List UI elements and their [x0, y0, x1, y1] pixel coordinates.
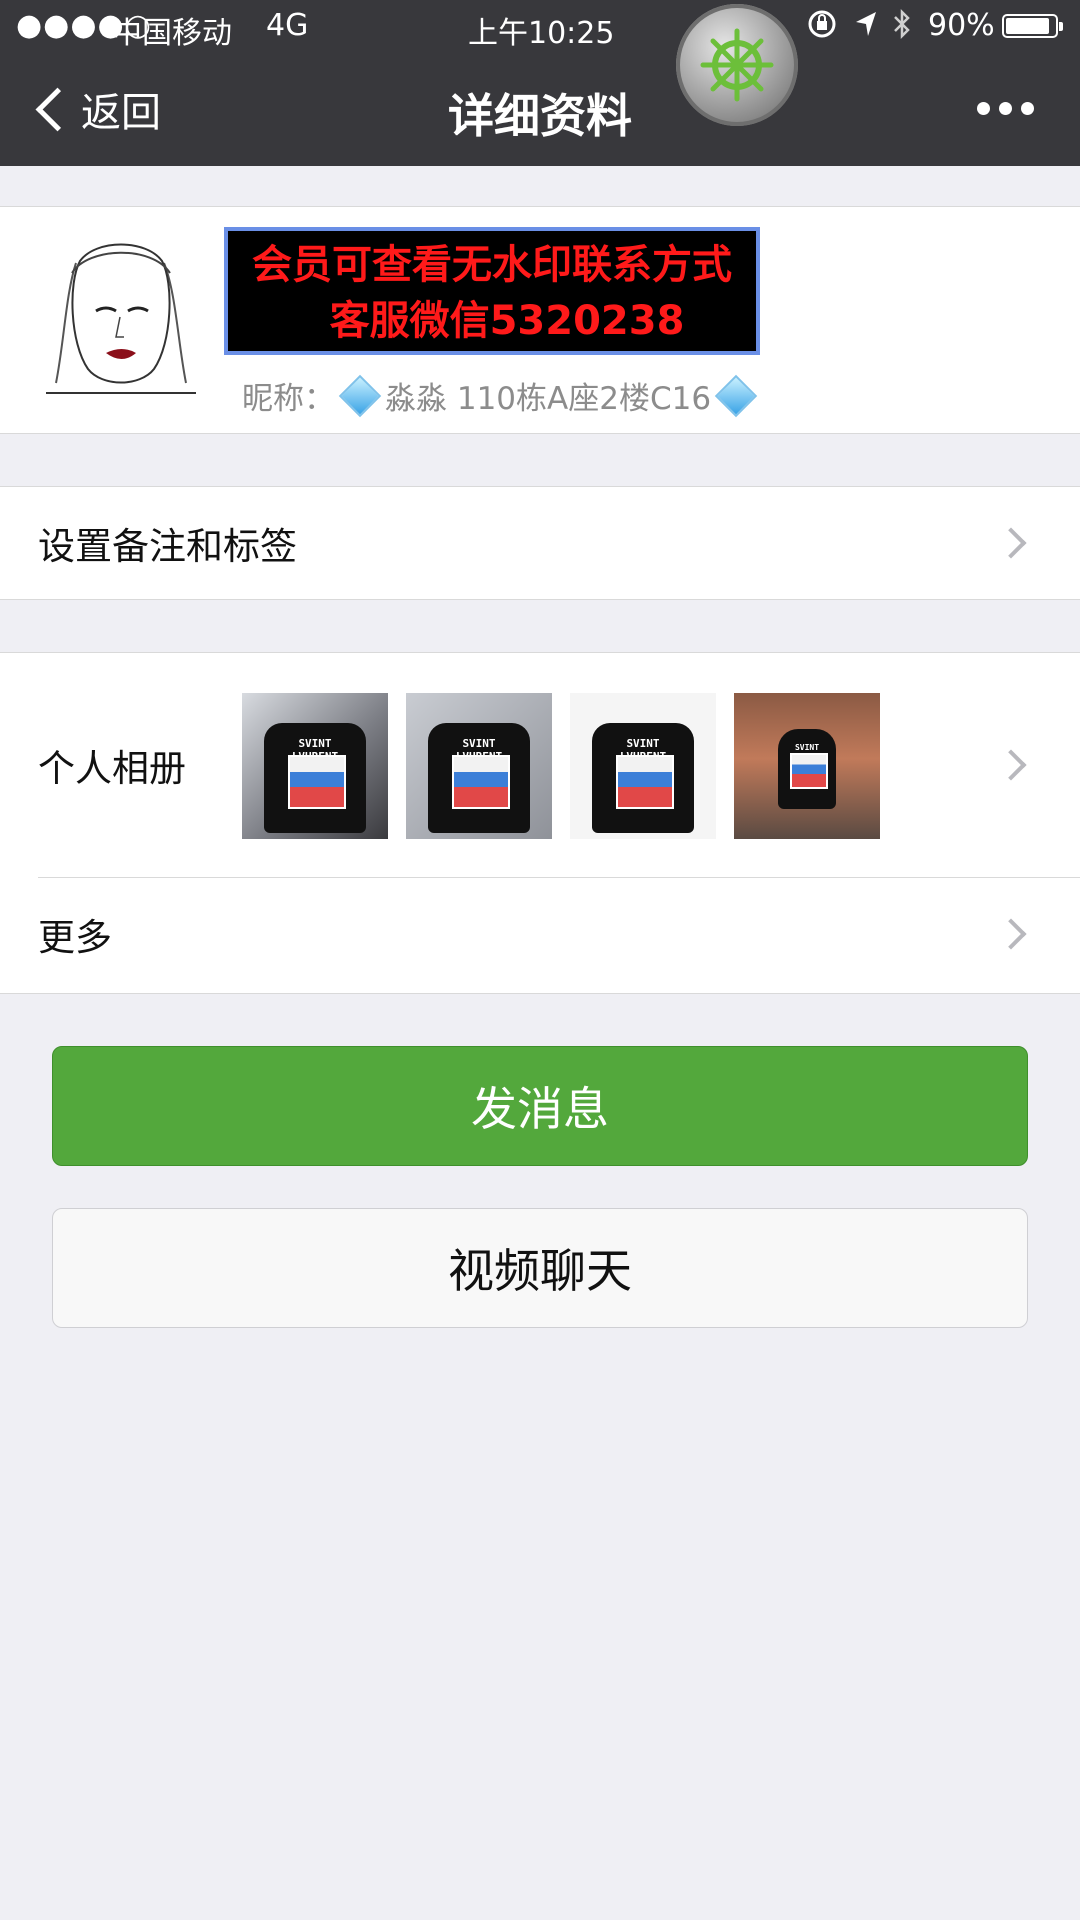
- battery-percent: 90%: [928, 8, 995, 43]
- diamond-icon: [338, 374, 382, 417]
- nickname-label: 昵称：: [242, 381, 335, 417]
- top-bar: ●●●●○ 中国移动 4G 上午10:25 90% 返回 详细资料: [0, 0, 1080, 166]
- chevron-right-icon: [995, 749, 1027, 781]
- chevron-right-icon: [995, 918, 1027, 950]
- avatar[interactable]: [36, 233, 204, 401]
- album-thumbnail[interactable]: SVINT LVURENT: [570, 693, 716, 839]
- banner-line-2: 客服微信5320238: [329, 298, 685, 344]
- battery-nub: [1059, 22, 1063, 31]
- bluetooth-icon: [890, 8, 914, 50]
- more-label: 更多: [38, 916, 112, 959]
- personal-album-row[interactable]: 个人相册 SVINT LVURENT SVINT LVURENT SVINT L…: [0, 653, 1080, 877]
- network-type: 4G: [266, 8, 309, 43]
- shirt-print: [616, 755, 674, 809]
- dot: [1021, 102, 1034, 115]
- shirt-print: [452, 755, 510, 809]
- nickname: 昵称： 淼淼 110栋A座2楼C16: [242, 373, 761, 418]
- dot: [977, 102, 990, 115]
- album-thumbnail[interactable]: SVINT LVURENT: [242, 693, 388, 839]
- shirt-print: [288, 755, 346, 809]
- more-row[interactable]: 更多: [0, 878, 1080, 990]
- set-remark-row[interactable]: 设置备注和标签: [0, 487, 1080, 599]
- more-dots-icon[interactable]: [977, 102, 1034, 115]
- album-thumbnails: SVINT LVURENT SVINT LVURENT SVINT LVUREN…: [242, 693, 880, 839]
- battery-fill: [1006, 18, 1050, 34]
- page-title: 详细资料: [448, 89, 632, 143]
- dot: [999, 102, 1012, 115]
- status-bar: ●●●●○ 中国移动 4G 上午10:25 90%: [0, 0, 1080, 54]
- navigation-bar: 返回 详细资料: [0, 54, 1080, 166]
- send-message-button[interactable]: 发消息: [52, 1046, 1028, 1166]
- diamond-icon: [714, 374, 758, 417]
- rotation-lock-icon: [806, 8, 838, 48]
- set-remark-label: 设置备注和标签: [38, 525, 297, 568]
- album-thumbnail[interactable]: SVINT LVURENT: [406, 693, 552, 839]
- banner-line-1: 会员可查看无水印联系方式: [252, 242, 732, 288]
- watermark-banner: 会员可查看无水印联系方式 客服微信5320238: [224, 227, 760, 355]
- carrier-name: 中国移动: [112, 16, 232, 51]
- location-arrow-icon: [852, 8, 880, 48]
- profile-card: 会员可查看无水印联系方式 客服微信5320238 昵称： 淼淼 110栋A座2楼…: [0, 206, 1080, 434]
- video-chat-button[interactable]: 视频聊天: [52, 1208, 1028, 1328]
- nickname-value: 淼淼 110栋A座2楼C16: [385, 381, 712, 417]
- chevron-right-icon: [995, 527, 1027, 559]
- battery-icon: [1002, 14, 1063, 38]
- remark-card: 设置备注和标签: [0, 486, 1080, 600]
- personal-album-label: 个人相册: [38, 747, 186, 790]
- shirt-print: [790, 753, 828, 789]
- status-time: 上午10:25: [468, 16, 615, 51]
- album-thumbnail[interactable]: SVINT LVURENT: [734, 693, 880, 839]
- helm-icon[interactable]: [676, 4, 798, 126]
- album-card: 个人相册 SVINT LVURENT SVINT LVURENT SVINT L…: [0, 652, 1080, 994]
